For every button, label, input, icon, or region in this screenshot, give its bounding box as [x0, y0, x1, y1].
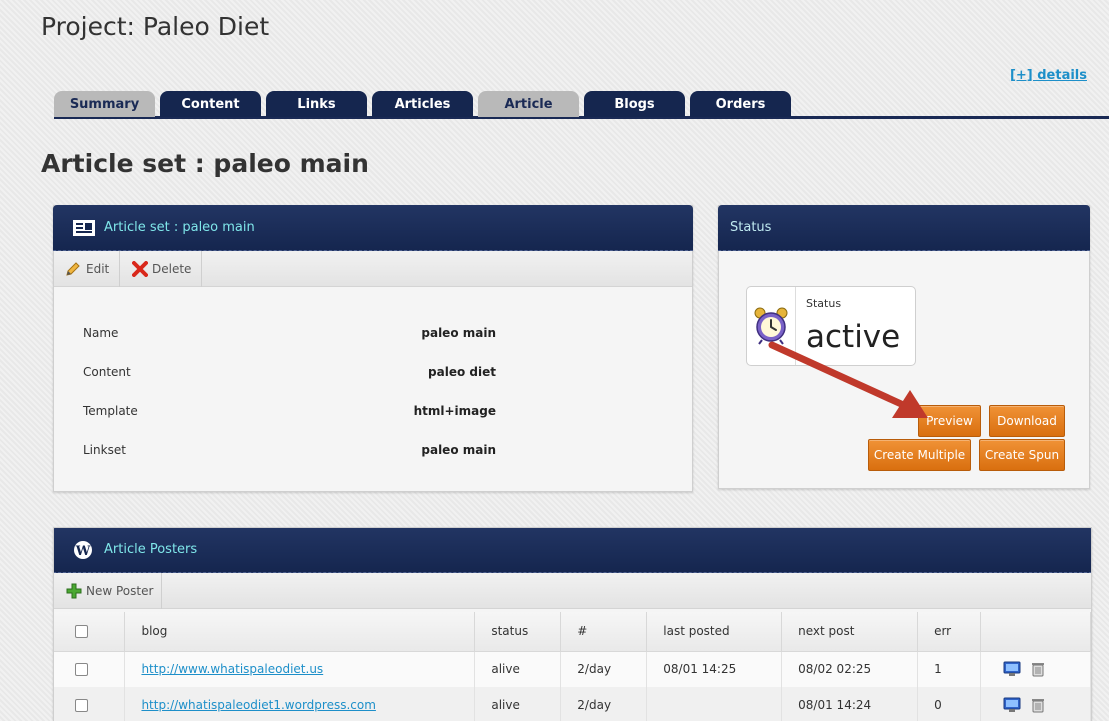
monitor-icon[interactable] [1003, 661, 1021, 677]
row-last-posted: 08/01 14:25 [646, 651, 783, 687]
delete-button[interactable]: Delete [120, 251, 202, 287]
table-row: http://www.whatispaleodiet.us alive 2/da… [54, 651, 1091, 687]
wordpress-icon: W [74, 541, 92, 559]
create-multiple-button[interactable]: Create Multiple [868, 439, 971, 471]
column-header-blog[interactable]: blog [124, 612, 476, 652]
edit-label: Edit [86, 262, 110, 276]
column-header-err[interactable]: err [917, 612, 982, 652]
delete-label: Delete [152, 262, 192, 276]
tab-content[interactable]: Content [160, 91, 261, 117]
article-posters-panel: W Article Posters New Poster blog status… [53, 527, 1092, 721]
column-header-status[interactable]: status [474, 612, 562, 652]
article-posters-panel-title: Article Posters [104, 542, 198, 557]
tab-bar: Summary Content Links Articles Article B… [54, 91, 1109, 119]
details-link[interactable]: [+] details [1010, 68, 1087, 83]
posters-table: blog status # last posted next post err … [54, 612, 1091, 721]
row-status: alive [474, 651, 562, 687]
tab-blogs[interactable]: Blogs [584, 91, 685, 117]
status-panel-title: Status [730, 220, 772, 235]
blog-link[interactable]: http://whatispaleodiet1.wordpress.com [141, 698, 375, 712]
trash-icon[interactable] [1031, 661, 1045, 677]
row-rate: 2/day [560, 651, 648, 687]
tab-articles[interactable]: Articles [372, 91, 473, 117]
row-err: 0 [917, 687, 982, 721]
status-label: Status [806, 297, 842, 310]
article-posters-panel-header: W Article Posters [54, 528, 1091, 573]
row-rate: 2/day [560, 687, 648, 721]
field-value: paleo diet [428, 365, 496, 379]
trash-icon[interactable] [1031, 697, 1045, 713]
tab-article[interactable]: Article [478, 91, 579, 117]
tab-links[interactable]: Links [266, 91, 367, 117]
row-next-post: 08/01 14:24 [781, 687, 919, 721]
field-value: html+image [413, 404, 496, 418]
row-last-posted [646, 687, 783, 721]
posters-toolbar: New Poster [54, 573, 1091, 609]
select-all-checkbox[interactable] [75, 625, 88, 639]
article-set-panel: Article set : paleo main Edit Delete Nam… [53, 205, 693, 492]
monitor-icon[interactable] [1003, 697, 1021, 713]
column-header-count[interactable]: # [560, 612, 648, 652]
download-button[interactable]: Download [989, 405, 1065, 437]
article-set-panel-header: Article set : paleo main [53, 205, 693, 251]
row-next-post: 08/02 02:25 [781, 651, 919, 687]
article-set-panel-title: Article set : paleo main [104, 220, 255, 235]
row-err: 1 [917, 651, 982, 687]
row-checkbox[interactable] [75, 663, 88, 677]
column-header-next-post[interactable]: next post [781, 612, 919, 652]
plus-icon [66, 583, 82, 599]
field-key: Linkset [83, 443, 126, 457]
svg-text:W: W [75, 544, 91, 559]
column-header-actions [980, 612, 1091, 652]
row-checkbox[interactable] [75, 699, 88, 712]
create-spun-button[interactable]: Create Spun [979, 439, 1065, 471]
new-poster-button[interactable]: New Poster [54, 573, 162, 609]
new-poster-label: New Poster [86, 584, 154, 598]
edit-button[interactable]: Edit [54, 251, 120, 287]
annotation-arrow [768, 341, 928, 418]
page-title: Project: Paleo Diet [41, 12, 270, 41]
field-key: Template [83, 404, 138, 418]
column-header-last-posted[interactable]: last posted [646, 612, 783, 652]
table-row: http://whatispaleodiet1.wordpress.com al… [54, 687, 1091, 721]
tab-summary[interactable]: Summary [54, 91, 155, 117]
field-key: Content [83, 365, 131, 379]
blog-link[interactable]: http://www.whatispaleodiet.us [141, 662, 323, 676]
tab-orders[interactable]: Orders [690, 91, 791, 117]
section-title: Article set : paleo main [41, 149, 369, 178]
row-status: alive [474, 687, 562, 721]
status-panel-header: Status [718, 205, 1090, 251]
field-value: paleo main [421, 326, 496, 340]
article-set-toolbar: Edit Delete [54, 251, 692, 287]
pencil-icon [66, 262, 80, 276]
delete-x-icon [132, 261, 148, 277]
newspaper-icon [73, 220, 95, 236]
field-key: Name [83, 326, 119, 340]
field-value: paleo main [421, 443, 496, 457]
